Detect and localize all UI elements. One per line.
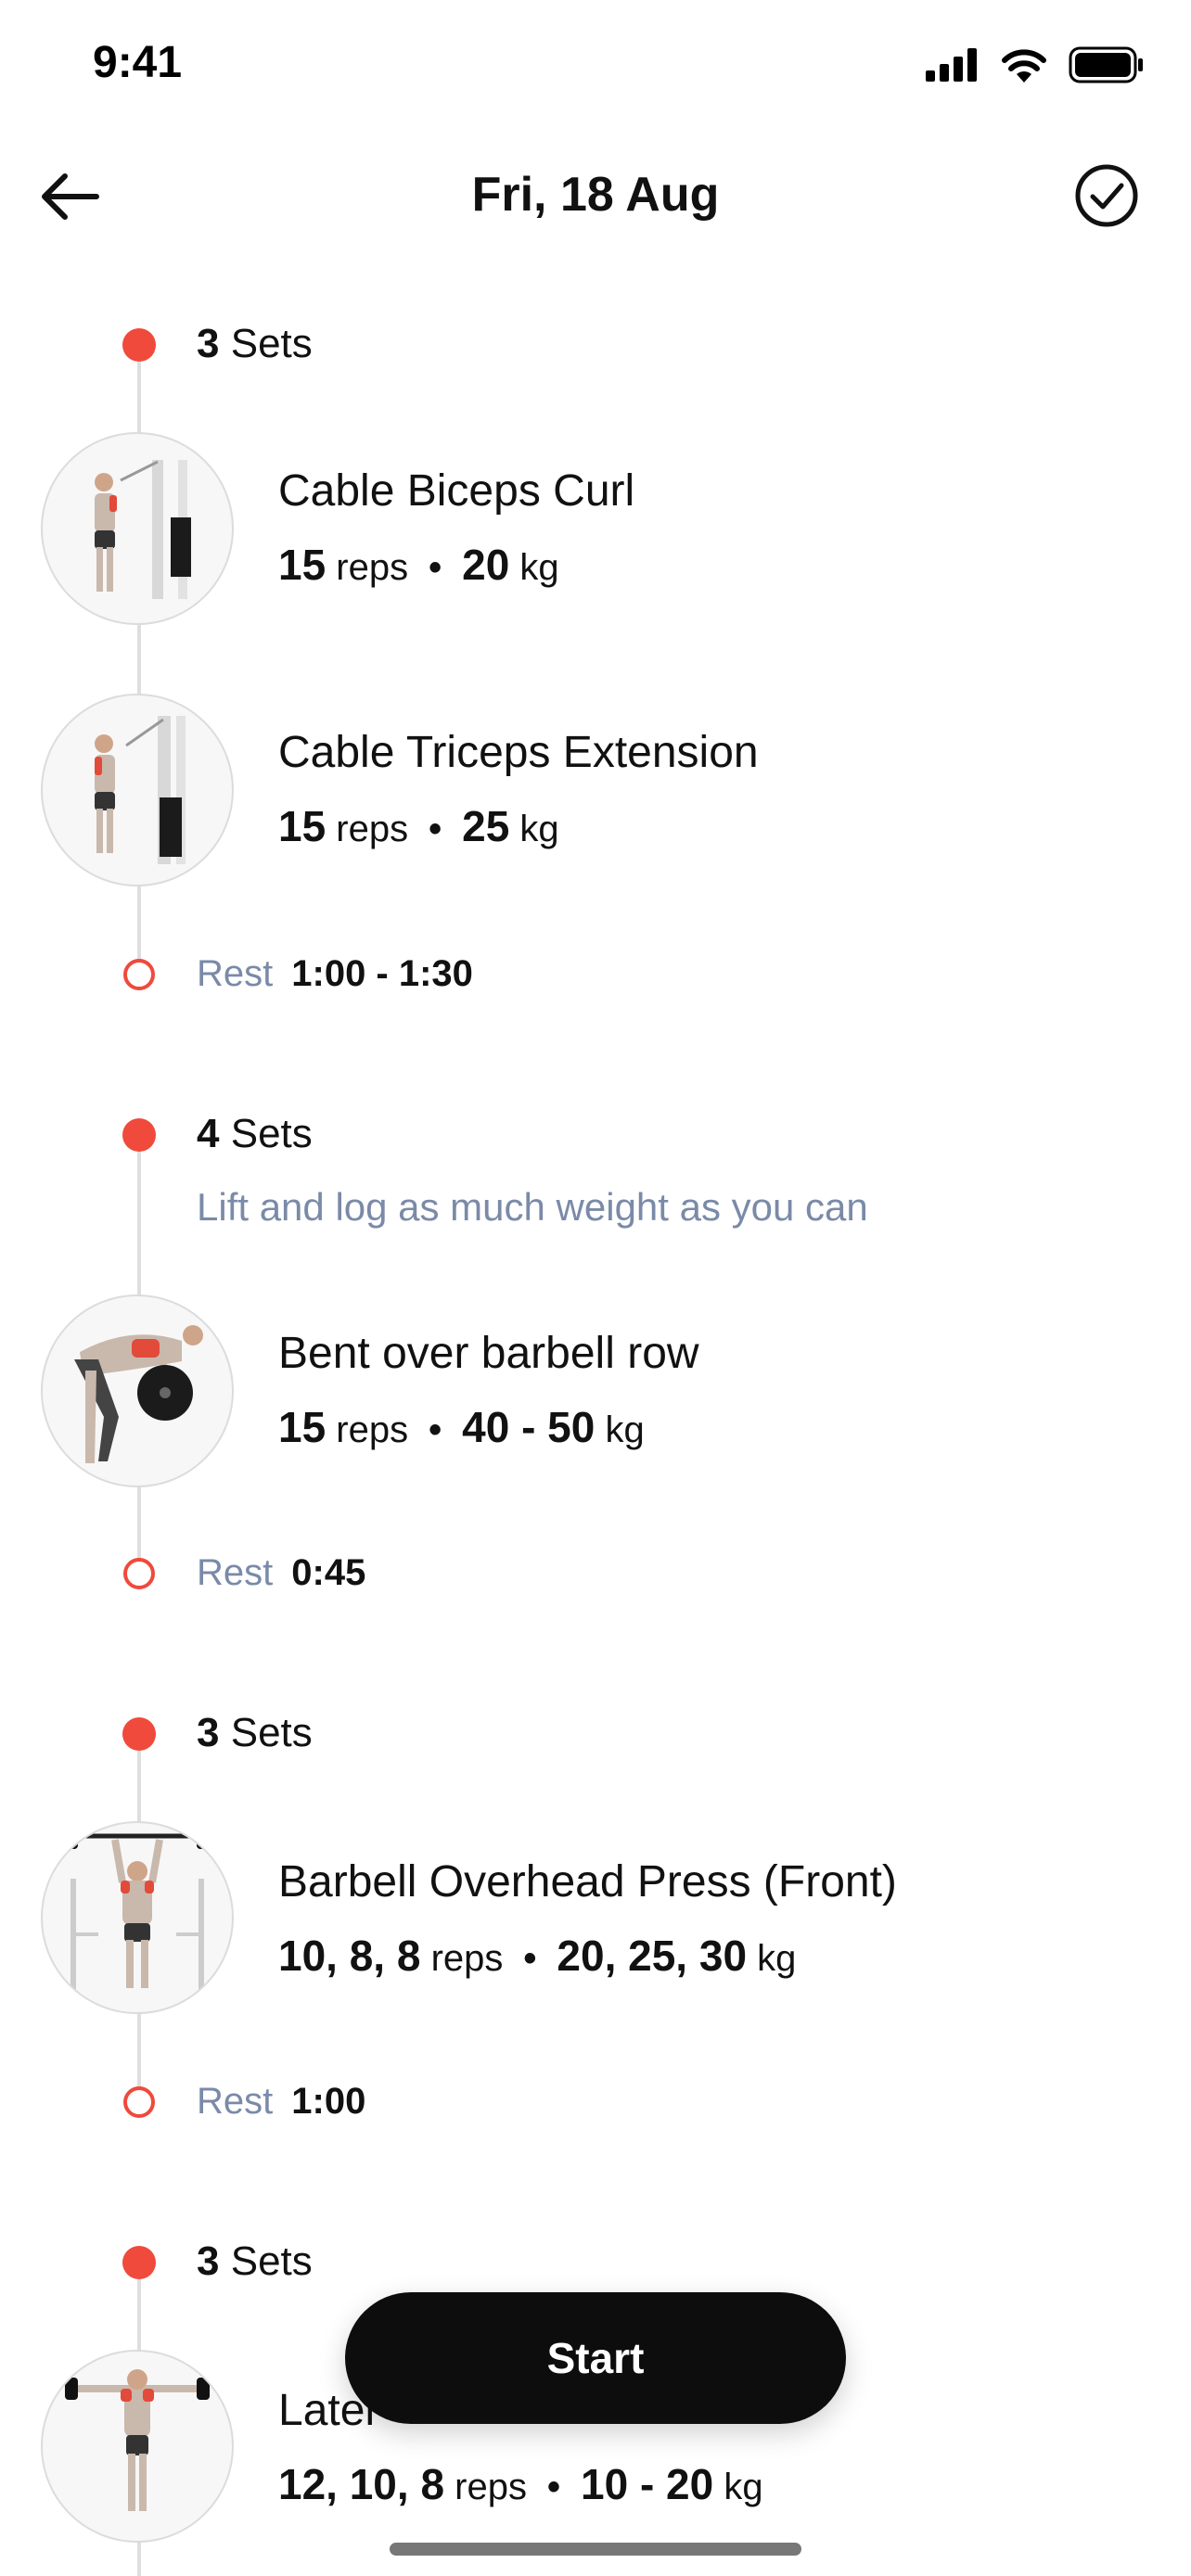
rest-marker [123, 2086, 155, 2118]
home-indicator [390, 2543, 801, 2556]
exercise-illustration [95, 716, 186, 864]
exercise-image[interactable] [41, 2350, 234, 2543]
exercise-name[interactable]: Bent over barbell row [278, 1328, 699, 1379]
exercise-image[interactable] [41, 1294, 234, 1487]
exercise-image[interactable] [41, 432, 234, 625]
sets-label: 3 Sets [197, 1710, 313, 1755]
nav-header: Fri, 18 Aug [0, 139, 1191, 250]
rest-marker [123, 1558, 155, 1589]
rest-row: Rest 1:00 [197, 2081, 366, 2122]
exercise-illustration [63, 1825, 211, 1990]
exercise-image[interactable] [41, 1821, 234, 2014]
exercise-illustration [65, 2369, 210, 2511]
wifi-icon [1002, 49, 1046, 83]
page-title: Fri, 18 Aug [471, 168, 720, 222]
exercise-illustration [95, 460, 191, 599]
cellular-signal-icon [926, 48, 977, 82]
rest-row: Rest 1:00 - 1:30 [197, 953, 473, 994]
exercise-meta: 12, 10, 8 reps • 10 - 20 kg [278, 2460, 763, 2508]
check-circle-icon [1075, 164, 1138, 227]
exercise-name[interactable]: Barbell Overhead Press (Front) [278, 1856, 897, 1907]
exercise-image[interactable] [41, 694, 234, 886]
exercise-meta: 15 reps • 25 kg [278, 802, 559, 850]
sets-label: 3 Sets [197, 321, 313, 366]
exercise-meta: 15 reps • 20 kg [278, 541, 559, 589]
battery-icon [1069, 46, 1143, 83]
status-icons [926, 45, 1145, 85]
sets-marker [122, 1118, 156, 1152]
exercise-meta: 15 reps • 40 - 50 kg [278, 1403, 645, 1451]
rest-marker [123, 959, 155, 990]
sets-marker [122, 2246, 156, 2279]
status-bar: 9:41 [0, 0, 1191, 130]
status-time: 9:41 [93, 38, 183, 87]
start-button[interactable]: Start [345, 2292, 846, 2424]
exercise-illustration [74, 1325, 203, 1463]
complete-button[interactable] [1074, 163, 1139, 228]
exercise-meta: 10, 8, 8 reps • 20, 25, 30 kg [278, 1932, 797, 1980]
sets-label: 3 Sets [197, 2238, 313, 2284]
rest-row: Rest 0:45 [197, 1552, 366, 1593]
exercise-name[interactable]: Cable Biceps Curl [278, 465, 634, 516]
exercise-name[interactable]: Cable Triceps Extension [278, 727, 759, 778]
sets-marker [122, 328, 156, 362]
sets-marker [122, 1717, 156, 1751]
sets-label: 4 Sets [197, 1111, 313, 1156]
group-note: Lift and log as much weight as you can [197, 1185, 868, 1229]
